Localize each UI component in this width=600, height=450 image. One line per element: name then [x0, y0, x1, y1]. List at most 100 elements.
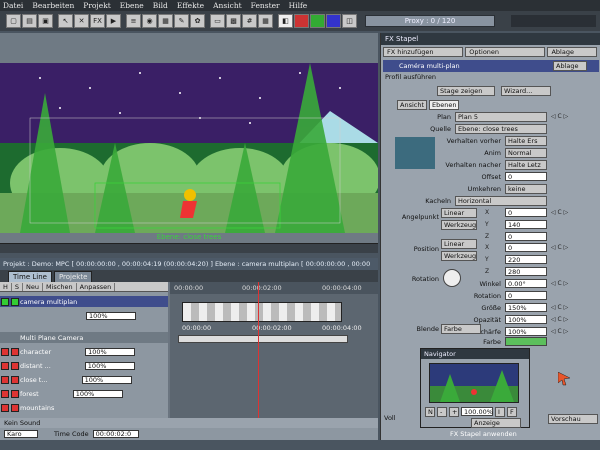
- layer-name[interactable]: distant ...: [20, 362, 51, 370]
- display-icon[interactable]: ▭: [210, 14, 225, 28]
- opacity-field[interactable]: 100%: [505, 315, 547, 324]
- new-icon[interactable]: ▢: [6, 14, 21, 28]
- time-ruler[interactable]: 00:00:00 00:00:02:00 00:00:04:00: [170, 282, 378, 294]
- pointer-icon[interactable]: ↖: [58, 14, 73, 28]
- open-icon[interactable]: ▤: [22, 14, 37, 28]
- green-channel-icon[interactable]: [310, 14, 325, 28]
- effects-icon[interactable]: ✿: [190, 14, 205, 28]
- timecode-field[interactable]: 00:00:02:0: [92, 430, 139, 438]
- menu-projekt[interactable]: Projekt: [83, 1, 110, 10]
- preview-select[interactable]: Vorschau: [548, 414, 598, 424]
- angle-field[interactable]: 0.00°: [505, 279, 547, 288]
- grid-icon[interactable]: #: [242, 14, 257, 28]
- solo-toggle[interactable]: [11, 297, 19, 306]
- fx-storage-dropdown[interactable]: Ablage: [547, 47, 598, 57]
- header-s[interactable]: S: [12, 282, 24, 291]
- playhead[interactable]: [258, 282, 259, 430]
- checker-icon[interactable]: ▩: [226, 14, 241, 28]
- layer-name[interactable]: camera multiplan: [20, 298, 77, 306]
- menu-ansicht[interactable]: Ansicht: [213, 1, 242, 10]
- visibility-toggle[interactable]: [1, 347, 9, 356]
- visibility-toggle[interactable]: [1, 297, 9, 306]
- layers-icon[interactable]: ≡: [126, 14, 141, 28]
- solo-toggle[interactable]: [11, 361, 19, 370]
- solo-toggle[interactable]: [11, 375, 19, 384]
- brush-icon[interactable]: ✎: [174, 14, 189, 28]
- keyframe-nav-icon[interactable]: ◁ C ▷: [551, 328, 568, 335]
- menu-bild[interactable]: Bild: [153, 1, 168, 10]
- keyframe-nav-icon[interactable]: ◁ C ▷: [551, 209, 568, 216]
- fx-add-dropdown[interactable]: FX hinzufügen: [383, 47, 463, 57]
- keyframe-nav-icon[interactable]: ◁ C ▷: [551, 113, 568, 120]
- opacity-field[interactable]: 100%: [85, 347, 136, 356]
- color-swatch[interactable]: [505, 337, 547, 346]
- tab-layers[interactable]: Ebenen: [429, 100, 459, 110]
- nav-button-n[interactable]: N: [425, 407, 435, 417]
- position-x-field[interactable]: 0: [505, 243, 547, 252]
- anchor-interp-select[interactable]: Linear: [441, 208, 477, 218]
- nav-button-i[interactable]: I: [495, 407, 505, 417]
- offset-field[interactable]: 0: [505, 172, 547, 181]
- keyframe-nav-icon[interactable]: ◁ C ▷: [551, 316, 568, 323]
- navigator-preview[interactable]: [429, 363, 519, 403]
- visibility-toggle[interactable]: [1, 375, 9, 384]
- anchor-x-field[interactable]: 0: [505, 208, 547, 217]
- play-icon[interactable]: ▶: [106, 14, 121, 28]
- full-label[interactable]: Voll: [384, 414, 396, 422]
- anchor-z-field[interactable]: 0: [505, 232, 547, 241]
- fx-options-dropdown[interactable]: Optionen: [465, 47, 546, 57]
- zoom-field[interactable]: 100.00%: [461, 407, 493, 416]
- tools-icon[interactable]: ✕: [74, 14, 89, 28]
- layer-name[interactable]: forest: [20, 390, 39, 398]
- palette-icon[interactable]: ▦: [158, 14, 173, 28]
- visibility-toggle[interactable]: [1, 361, 9, 370]
- display-select[interactable]: Anzeige: [471, 418, 521, 428]
- red-channel-icon[interactable]: [294, 14, 309, 28]
- solo-toggle[interactable]: [11, 347, 19, 356]
- opacity-field[interactable]: 100%: [81, 375, 132, 384]
- header-new[interactable]: Neu: [23, 282, 44, 291]
- blend-select[interactable]: Farbe: [441, 324, 481, 334]
- position-z-field[interactable]: 280: [505, 267, 547, 276]
- layer-name[interactable]: close t...: [20, 376, 48, 384]
- fx-icon[interactable]: FX: [90, 14, 105, 28]
- position-interp-select[interactable]: Linear: [441, 239, 477, 249]
- menu-hilfe[interactable]: Hilfe: [289, 1, 308, 10]
- layer-name[interactable]: mountains: [20, 404, 54, 412]
- effect-name[interactable]: Caméra multi-plan: [399, 62, 460, 70]
- menu-ebene[interactable]: Ebene: [120, 1, 144, 10]
- layer-clip[interactable]: [182, 302, 342, 322]
- layer-row[interactable]: Multi Plane Camera: [0, 332, 168, 343]
- work-area-bar[interactable]: [178, 335, 348, 343]
- menu-datei[interactable]: Datei: [3, 1, 23, 10]
- anchor-tool-select[interactable]: Werkzeug: [441, 220, 477, 230]
- layer-name[interactable]: character: [20, 348, 51, 356]
- blur-field[interactable]: 100%: [505, 327, 547, 336]
- layer-row[interactable]: forest 100%: [0, 388, 168, 399]
- timeline-tracks[interactable]: 00:00:00 00:00:02:00 00:00:04:00 00:00:0…: [170, 282, 378, 440]
- menu-effekte[interactable]: Effekte: [177, 1, 204, 10]
- solo-toggle[interactable]: [11, 403, 19, 412]
- nav-button-f[interactable]: F: [507, 407, 517, 417]
- blue-channel-icon[interactable]: [326, 14, 341, 28]
- position-y-field[interactable]: 220: [505, 255, 547, 264]
- reverse-select[interactable]: keine: [505, 184, 547, 194]
- visibility-toggle[interactable]: [1, 389, 9, 398]
- keyframe-nav-icon[interactable]: ◁ C ▷: [551, 244, 568, 251]
- size-field[interactable]: 150%: [505, 303, 547, 312]
- layer-row[interactable]: close t... 100%: [0, 374, 168, 385]
- header-h[interactable]: H: [0, 282, 12, 291]
- visibility-toggle[interactable]: [1, 403, 9, 412]
- opacity-field[interactable]: 100%: [86, 311, 136, 320]
- layer-row[interactable]: mountains: [0, 402, 168, 413]
- storage-button[interactable]: Ablage: [553, 61, 587, 71]
- opacity-field[interactable]: 100%: [84, 361, 135, 370]
- alpha-channel-icon[interactable]: ◫: [342, 14, 357, 28]
- menu-bearbeiten[interactable]: Bearbeiten: [32, 1, 74, 10]
- stage-show-button[interactable]: Stage zeigen: [437, 86, 495, 96]
- layer-name[interactable]: Multi Plane Camera: [20, 334, 83, 342]
- rgb-icon[interactable]: ◧: [278, 14, 293, 28]
- plan-select[interactable]: Plan 5: [455, 112, 547, 122]
- fx-apply-label[interactable]: FX Stapel anwenden: [450, 430, 517, 438]
- keyframe-nav-icon[interactable]: ◁ C ▷: [551, 280, 568, 287]
